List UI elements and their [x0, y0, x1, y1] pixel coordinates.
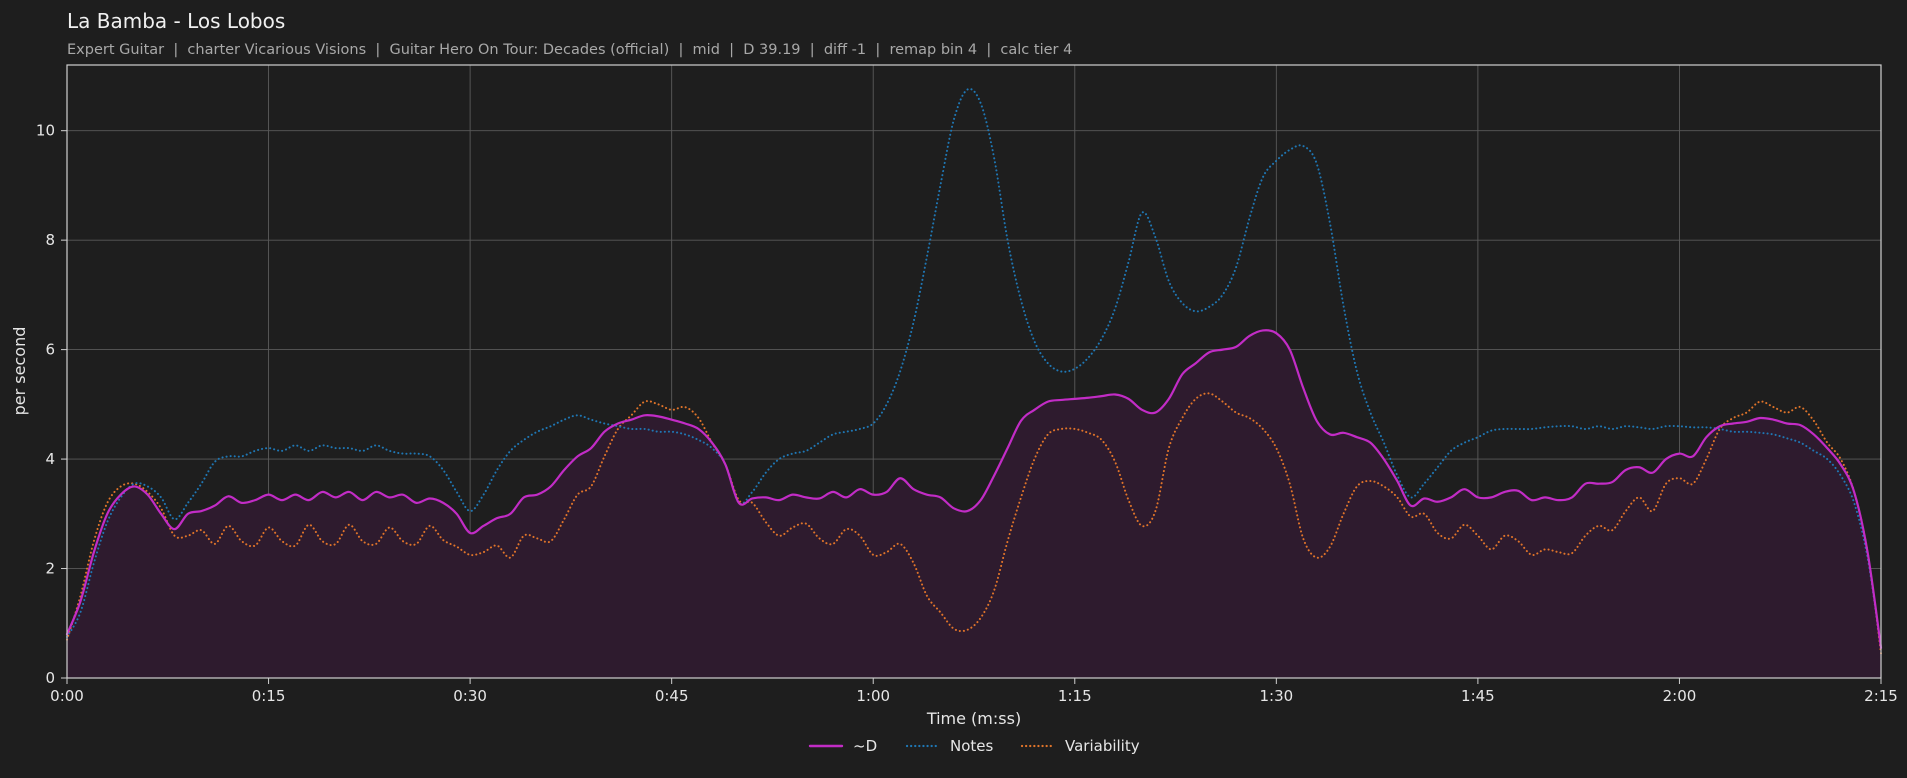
x-tick-label: 2:15 [1864, 687, 1898, 705]
x-tick-label: 0:15 [252, 687, 286, 705]
chart-title: La Bamba - Los Lobos [67, 9, 285, 33]
legend: ~D Notes Variability [808, 737, 1140, 755]
fill-layer [67, 330, 1881, 678]
y-tick-label: 8 [45, 231, 55, 249]
x-tick-label: 0:30 [453, 687, 487, 705]
y-tick-label: 0 [45, 669, 55, 687]
x-tick-label: 0:00 [50, 687, 84, 705]
y-tick-label: 2 [45, 560, 55, 578]
x-axis-label: Time (m:ss) [926, 709, 1021, 728]
chart-container: La Bamba - Los Lobos Expert Guitar | cha… [0, 0, 1907, 774]
legend-label-variability: Variability [1065, 737, 1140, 755]
chart-subtitle: Expert Guitar | charter Vicarious Vision… [67, 42, 1072, 58]
x-tick-label: 1:15 [1058, 687, 1092, 705]
legend-label-notes: Notes [950, 737, 994, 755]
chart-svg: La Bamba - Los Lobos Expert Guitar | cha… [10, 9, 1898, 755]
x-tick-label: 1:45 [1461, 687, 1495, 705]
x-tick-label: 0:45 [655, 687, 689, 705]
x-tick-label: 1:00 [856, 687, 890, 705]
y-axis-label: per second [10, 327, 29, 416]
y-tick-label: 6 [45, 341, 55, 359]
y-tick-label: 10 [36, 122, 55, 140]
x-tick-label: 1:30 [1259, 687, 1293, 705]
y-tick-label: 4 [45, 450, 55, 468]
x-tick-label: 2:00 [1663, 687, 1697, 705]
series-fill-area [67, 330, 1881, 678]
legend-label-d: ~D [853, 737, 877, 755]
